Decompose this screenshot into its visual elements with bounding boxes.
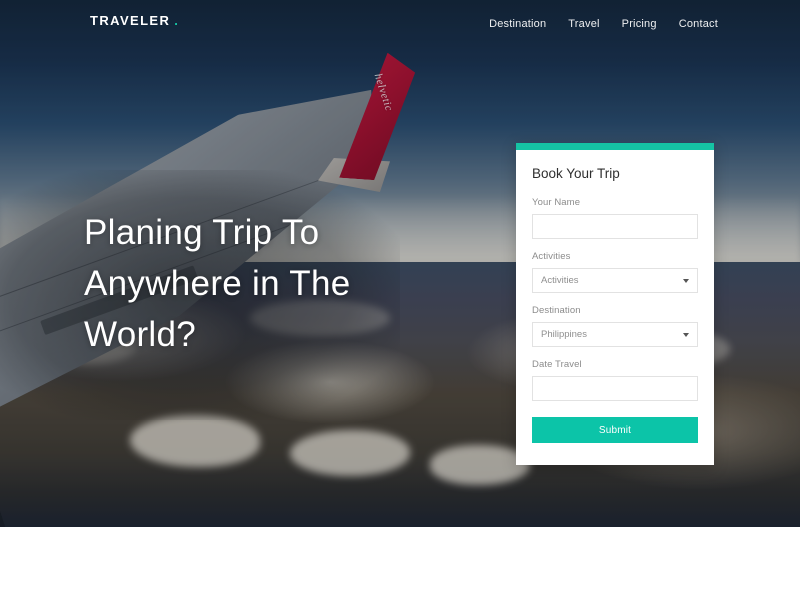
select-activities-value: Activities (541, 275, 579, 286)
card-accent-bar (516, 143, 714, 150)
booking-form-card: Book Your Trip Your Name Activities Acti… (516, 143, 714, 465)
field-your-name: Your Name (532, 197, 698, 239)
site-logo[interactable]: TRAVELER. (90, 13, 179, 28)
input-date-travel[interactable] (532, 376, 698, 401)
select-destination[interactable]: Philippines (532, 322, 698, 347)
booking-form-body: Book Your Trip Your Name Activities Acti… (516, 150, 714, 465)
label-activities: Activities (532, 251, 571, 262)
booking-form-title: Book Your Trip (532, 166, 620, 181)
nav-link-contact[interactable]: Contact (679, 18, 718, 30)
field-activities: Activities Activities (532, 251, 698, 293)
nav-item-pricing[interactable]: Pricing (622, 14, 657, 32)
logo-dot: . (174, 13, 180, 28)
label-your-name: Your Name (532, 197, 581, 208)
chevron-down-icon (683, 278, 689, 283)
hero-section: helvetic TRAVELER. Destination Travel Pr… (0, 0, 800, 527)
label-date-travel: Date Travel (532, 359, 582, 370)
below-fold-section (0, 527, 800, 600)
nav-link-pricing[interactable]: Pricing (622, 18, 657, 30)
nav-link-destination[interactable]: Destination (489, 18, 546, 30)
nav-item-travel[interactable]: Travel (568, 14, 599, 32)
input-your-name[interactable] (532, 214, 698, 239)
logo-text: TRAVELER (90, 13, 171, 28)
nav-link-travel[interactable]: Travel (568, 18, 599, 30)
label-destination: Destination (532, 305, 581, 316)
select-activities[interactable]: Activities (532, 268, 698, 293)
hero-heading: Planing Trip To Anywhere in The World? (84, 213, 351, 354)
field-destination: Destination Philippines (532, 305, 698, 347)
nav-item-destination[interactable]: Destination (489, 14, 546, 32)
nav-menu: Destination Travel Pricing Contact (489, 14, 718, 32)
navbar: TRAVELER. Destination Travel Pricing Con… (0, 0, 800, 44)
chevron-down-icon (683, 332, 689, 337)
select-destination-value: Philippines (541, 329, 587, 340)
page-root: helvetic TRAVELER. Destination Travel Pr… (0, 0, 800, 600)
nav-item-contact[interactable]: Contact (679, 14, 718, 32)
field-date-travel: Date Travel (532, 359, 698, 401)
submit-button[interactable]: Submit (532, 417, 698, 443)
